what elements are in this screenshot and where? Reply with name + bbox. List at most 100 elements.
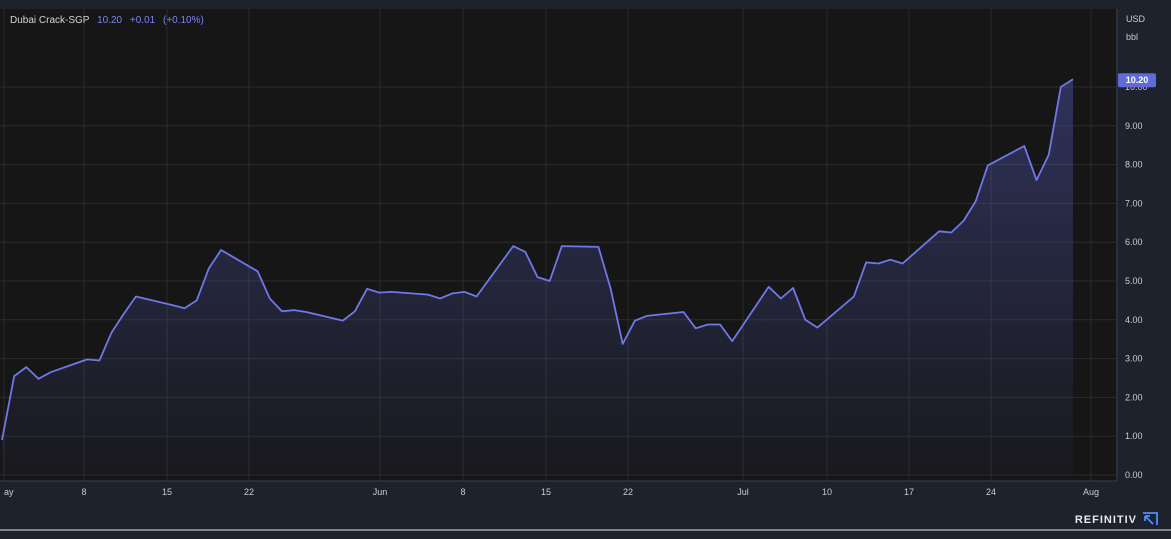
x-tick-label: Jul	[737, 487, 749, 497]
data-point	[110, 331, 112, 333]
y-axis-ticks: 0.00 1.00 2.00 3.00 4.00 5.00 6.00 7.00 8.00 9.00…	[1125, 82, 1148, 480]
data-point	[451, 292, 453, 294]
data-point	[950, 231, 952, 233]
y-tick-label: 2.00	[1125, 392, 1143, 402]
x-tick-label: Jun	[373, 487, 388, 497]
x-tick-label: Aug	[1083, 487, 1099, 497]
data-point	[768, 286, 770, 288]
y-tick-label: 5.00	[1125, 276, 1143, 286]
chart-svg: 0.00 1.00 2.00 3.00 4.00 5.00 6.00 7.00 8.00 9.00…	[0, 9, 1171, 531]
data-point	[390, 291, 392, 293]
data-point	[536, 276, 538, 278]
data-point	[889, 259, 891, 261]
data-point	[682, 311, 684, 313]
data-point	[354, 310, 356, 312]
refinitiv-logo-icon	[1143, 512, 1158, 525]
x-tick-label: 8	[460, 487, 465, 497]
data-point	[974, 200, 976, 202]
y-tick-label: 0.00	[1125, 470, 1143, 480]
legend-change: +0.01	[129, 15, 156, 26]
data-point	[622, 343, 624, 345]
data-point	[378, 291, 380, 293]
data-point	[877, 262, 879, 264]
data-point	[13, 375, 15, 377]
data-point	[780, 297, 782, 299]
legend-value: 10.20	[97, 15, 123, 26]
data-point	[719, 323, 721, 325]
data-point	[816, 326, 818, 328]
data-point	[634, 319, 636, 321]
data-point	[987, 164, 989, 166]
data-point	[196, 299, 198, 301]
data-point	[208, 267, 210, 269]
x-axis-ticks: ay 8 15 22 Jun 8 15 22 Jul 10 17 24 Aug	[4, 487, 1099, 497]
data-point	[707, 323, 709, 325]
x-tick-label: 24	[986, 487, 996, 497]
data-point	[98, 359, 100, 361]
data-point	[609, 287, 611, 289]
data-point	[50, 371, 52, 373]
data-point	[792, 287, 794, 289]
x-tick-label: 22	[244, 487, 254, 497]
data-point	[524, 251, 526, 253]
x-tick-label: 15	[162, 487, 172, 497]
chart-container: 0.00 1.00 2.00 3.00 4.00 5.00 6.00 7.00 8.00 9.00…	[0, 0, 1171, 534]
data-point	[256, 270, 258, 272]
data-point	[646, 315, 648, 317]
data-point	[1072, 78, 1074, 80]
y-tick-label: 1.00	[1125, 431, 1143, 441]
data-point	[938, 230, 940, 232]
data-point	[549, 280, 551, 282]
data-point	[1060, 86, 1062, 88]
x-tick-label: ay	[4, 487, 14, 497]
data-point	[305, 311, 307, 313]
data-point	[731, 340, 733, 342]
data-point	[475, 295, 477, 297]
data-point	[1, 439, 3, 441]
data-point	[220, 249, 222, 251]
y-axis-unit-currency: USD	[1126, 14, 1146, 24]
data-point	[183, 307, 185, 309]
data-point	[342, 319, 344, 321]
data-point	[561, 245, 563, 247]
data-point	[293, 309, 295, 311]
last-price-tag: 10.20	[1118, 73, 1156, 88]
x-tick-label: 15	[541, 487, 551, 497]
data-point	[281, 310, 283, 312]
data-point	[439, 297, 441, 299]
data-point	[171, 304, 173, 306]
y-axis-unit-volume: bbl	[1126, 32, 1139, 42]
data-point	[37, 378, 39, 380]
y-tick-label: 6.00	[1125, 237, 1143, 247]
data-point	[597, 246, 599, 248]
x-tick-label: 10	[822, 487, 832, 497]
data-point	[804, 319, 806, 321]
brand-logo-text: REFINITIV	[1074, 514, 1137, 526]
data-point	[1023, 145, 1025, 147]
x-tick-label: 17	[904, 487, 914, 497]
data-point	[135, 295, 137, 297]
data-point	[695, 327, 697, 329]
legend-change-pct: (+0.10%)	[162, 15, 204, 26]
data-point	[86, 358, 88, 360]
data-point	[901, 262, 903, 264]
y-tick-label: 8.00	[1125, 160, 1143, 170]
x-tick-label: 8	[81, 487, 86, 497]
data-point	[853, 295, 855, 297]
data-point	[1048, 154, 1050, 156]
data-point	[25, 366, 27, 368]
data-point	[865, 261, 867, 263]
data-point	[962, 220, 964, 222]
y-tick-label: 7.00	[1125, 198, 1143, 208]
y-tick-label: 4.00	[1125, 315, 1143, 325]
chart-legend: Dubai Crack-SGP 10.20 +0.01 (+0.10%)	[10, 15, 204, 26]
x-tick-label: 22	[623, 487, 633, 497]
data-point	[123, 313, 125, 315]
data-point	[269, 297, 271, 299]
data-point	[463, 291, 465, 293]
legend-instrument-name: Dubai Crack-SGP	[10, 15, 90, 26]
y-tick-label: 3.00	[1125, 354, 1143, 364]
data-point	[512, 245, 514, 247]
y-tick-label: 9.00	[1125, 121, 1143, 131]
data-point	[427, 293, 429, 295]
